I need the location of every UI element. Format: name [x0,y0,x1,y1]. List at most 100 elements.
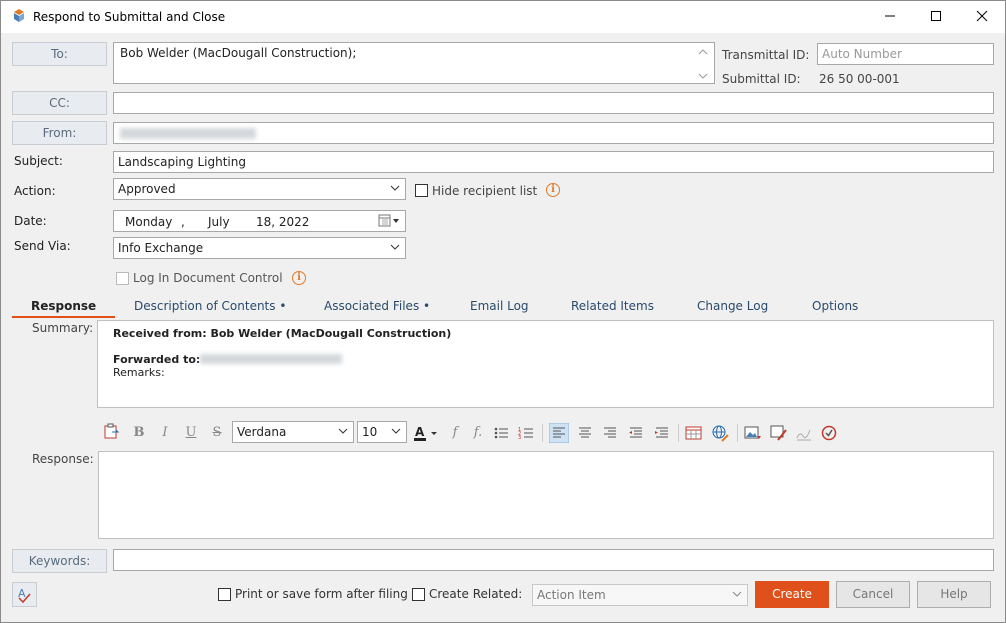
to-button[interactable]: To: [12,42,107,66]
action-value: Approved [118,182,176,196]
insert-table-icon[interactable] [685,425,702,441]
dialog-window: Respond to Submittal and Close To: Bob W… [0,0,1006,623]
response-editor[interactable] [98,451,994,539]
summary-label: Summary: [32,321,94,335]
signature-icon[interactable] [796,425,812,441]
subject-input[interactable]: Landscaping Lighting [113,151,994,173]
minimize-button[interactable] [867,1,913,31]
svg-text:A: A [415,425,425,439]
keywords-button[interactable]: Keywords: [12,549,107,573]
to-value: Bob Welder (MacDougall Construction); [120,46,357,60]
font-size-select[interactable]: 10 [357,421,407,443]
align-left-icon[interactable] [549,423,569,443]
insert-image-icon[interactable] [744,425,762,441]
send-via-select[interactable]: Info Exchange [113,237,406,259]
strikethrough-icon[interactable]: S [209,425,225,441]
cc-input[interactable] [113,92,994,114]
outdent-icon[interactable] [628,425,644,441]
transmittal-id-input[interactable]: Auto Number [817,43,994,65]
tab-active-underline [12,316,115,318]
formula-options-icon[interactable]: f. [470,425,486,441]
from-input[interactable] [113,122,994,144]
action-label: Action: [14,184,56,198]
create-related-label: Create Related: [429,587,523,601]
cc-button[interactable]: CC: [12,91,107,115]
keywords-input[interactable] [113,549,994,571]
title-bar: Respond to Submittal and Close [1,1,1005,33]
tab-change-log[interactable]: Change Log [697,299,768,313]
tab-associated-files[interactable]: Associated Files • [324,299,430,313]
create-button[interactable]: Create [755,581,829,608]
close-button[interactable] [959,1,1005,31]
log-in-doc-label: Log In Document Control [133,271,283,285]
underline-icon[interactable]: U [183,425,199,441]
info-icon[interactable]: i [546,183,560,197]
numbered-list-icon[interactable]: 1 2 3 [518,425,534,441]
summary-forwarded-to: Forwarded to: [113,353,201,366]
tab-response[interactable]: Response [31,299,96,313]
spellcheck-icon: A [18,587,31,604]
insert-link-icon[interactable] [711,424,729,442]
action-select[interactable]: Approved [113,178,406,200]
date-month: July [208,215,230,229]
font-value: Verdana [237,425,287,439]
tab-description-of-contents[interactable]: Description of Contents • [134,299,286,313]
subject-label: Subject: [14,154,63,168]
maximize-button[interactable] [913,1,959,31]
create-related-value: Action Item [537,588,606,602]
cancel-button[interactable]: Cancel [836,581,910,608]
date-picker[interactable]: Monday , July 18, 2022 [113,210,406,232]
help-button[interactable]: Help [917,581,991,608]
maximize-icon [931,11,941,21]
tab-email-log[interactable]: Email Log [470,299,529,313]
formula-icon[interactable]: f [447,425,463,441]
spell-check-icon[interactable] [820,424,838,442]
send-via-value: Info Exchange [118,241,204,255]
chevron-down-icon [732,591,742,597]
minimize-icon [885,15,895,17]
hide-recipient-checkbox[interactable] [415,184,428,197]
blurred-sender [120,128,256,139]
date-weekday: Monday [125,215,173,229]
edit-image-icon[interactable] [770,424,788,442]
align-right-icon[interactable] [602,425,618,441]
calendar-icon[interactable] [378,214,402,228]
transmittal-id-label: Transmittal ID: [722,48,810,62]
app-icon [14,9,24,22]
chevron-down-icon [390,185,400,191]
chevron-down-icon [338,428,348,434]
to-field[interactable]: Bob Welder (MacDougall Construction); [113,42,715,84]
date-separator: , [181,215,185,229]
print-save-checkbox[interactable] [218,588,231,601]
date-label: Date: [14,214,47,228]
submittal-id-label: Submittal ID: [722,72,801,86]
close-icon [976,10,988,22]
date-day-year: 18, 2022 [256,215,310,229]
font-select[interactable]: Verdana [232,421,354,443]
spellcheck-button[interactable]: A [12,582,37,607]
info-icon[interactable]: i [292,271,306,285]
create-related-select[interactable]: Action Item [532,584,748,606]
paste-icon[interactable] [103,423,121,441]
toolbar-divider [737,424,738,442]
chevron-down-icon [391,428,401,434]
log-in-doc-checkbox[interactable] [116,272,129,285]
bold-icon[interactable]: B [131,425,147,441]
summary-received-from: Received from: Bob Welder (MacDougall Co… [113,327,452,340]
italic-icon[interactable]: I [157,425,173,441]
indent-icon[interactable] [654,425,670,441]
tab-options[interactable]: Options [812,299,858,313]
font-size-value: 10 [362,425,378,439]
svg-text:3: 3 [518,435,521,441]
tab-related-items[interactable]: Related Items [571,299,654,313]
response-label: Response: [32,452,94,466]
font-color-icon[interactable]: A [413,424,439,442]
scroll-arrows-icon[interactable] [697,47,709,81]
bulleted-list-icon[interactable] [493,425,509,441]
create-related-checkbox[interactable] [412,588,425,601]
print-save-label: Print or save form after filing [235,587,408,601]
dialog-content: To: Bob Welder (MacDougall Construction)… [1,33,1005,622]
align-center-icon[interactable] [577,425,593,441]
toolbar-divider [542,424,543,442]
from-button[interactable]: From: [12,121,107,145]
